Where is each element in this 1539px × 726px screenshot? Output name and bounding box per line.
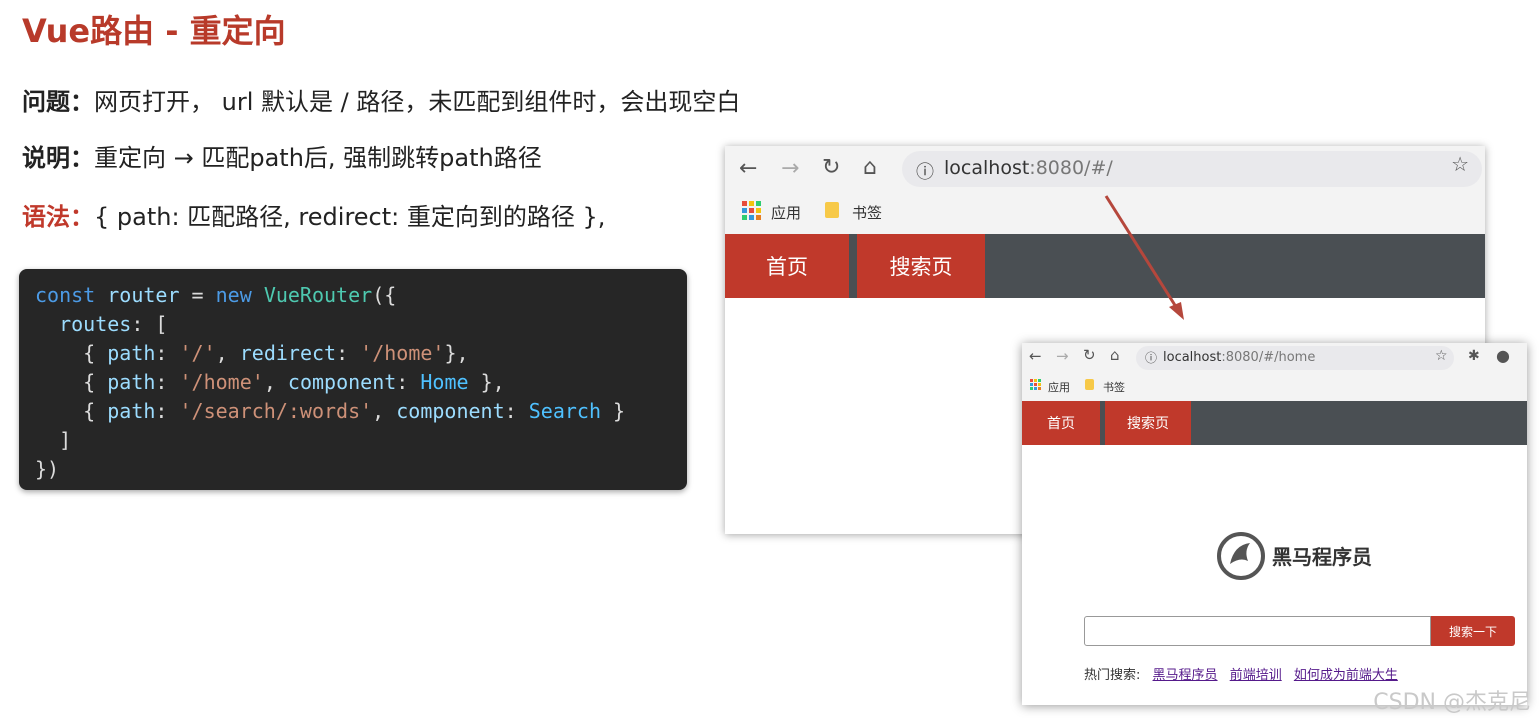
- reload-icon[interactable]: ↻: [1083, 346, 1096, 364]
- heima-logo-icon: [1217, 532, 1265, 580]
- home-icon[interactable]: ⌂: [1110, 346, 1120, 364]
- hot-searches: 热门搜索: 黑马程序员 前端培训 如何成为前端大生: [1084, 664, 1398, 683]
- logo-text: 黑马程序员: [1272, 545, 1372, 569]
- folder-icon: [1085, 379, 1094, 390]
- apps-icon[interactable]: [1030, 379, 1041, 390]
- extensions-icon[interactable]: ✱: [1468, 348, 1480, 364]
- search-button[interactable]: 搜索一下: [1431, 616, 1515, 646]
- watermark: CSDN @杰克尼: [1373, 690, 1531, 715]
- search-input[interactable]: [1084, 616, 1431, 646]
- forward-arrow-icon[interactable]: →: [1056, 347, 1069, 365]
- hot-link[interactable]: 前端培训: [1230, 668, 1282, 683]
- site-navbar: 首页 搜索页: [1022, 401, 1527, 445]
- url-rest: :8080/#/home: [1221, 350, 1316, 365]
- bookmark-folder[interactable]: 书签: [1103, 379, 1125, 395]
- info-icon[interactable]: ⓘ: [1145, 349, 1157, 366]
- back-arrow-icon[interactable]: ←: [1029, 347, 1042, 365]
- profile-icon[interactable]: ●: [1496, 346, 1510, 365]
- browser-toolbar: ← → ↻ ⌂ ⓘ localhost:8080/#/home ☆ ✱ ● 应用…: [1022, 343, 1527, 401]
- bookmark-star-icon[interactable]: ☆: [1435, 348, 1448, 364]
- url-text: localhost:8080/#/home: [1163, 350, 1315, 365]
- browser-window-home: ← → ↻ ⌂ ⓘ localhost:8080/#/home ☆ ✱ ● 应用…: [1022, 343, 1527, 705]
- nav-search-link[interactable]: 搜索页: [1105, 401, 1191, 445]
- nav-home-link[interactable]: 首页: [1022, 401, 1100, 445]
- url-host: localhost: [1163, 350, 1222, 365]
- hot-link[interactable]: 黑马程序员: [1153, 668, 1218, 683]
- bookmark-apps[interactable]: 应用: [1048, 379, 1070, 395]
- hot-link[interactable]: 如何成为前端大生: [1294, 668, 1398, 683]
- address-bar[interactable]: ⓘ localhost:8080/#/home: [1136, 346, 1454, 370]
- hot-label: 热门搜索:: [1084, 668, 1141, 683]
